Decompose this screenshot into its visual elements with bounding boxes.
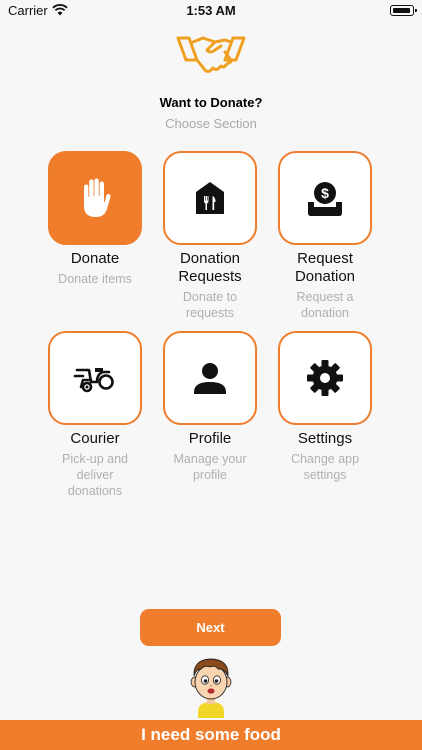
donate-label: Donate [70, 250, 120, 267]
settings-label: Settings [297, 430, 353, 447]
food-bank-icon [196, 182, 224, 214]
courier-label: Courier [70, 430, 120, 447]
profile-tile[interactable] [163, 331, 257, 425]
donation-requests-label: Donation Requests [178, 250, 242, 285]
courier-desc: Pick-up and deliver donations [61, 452, 128, 498]
battery-icon [390, 5, 417, 16]
donation-requests-tile[interactable] [163, 151, 257, 245]
page-title: Want to Donate? [159, 95, 263, 110]
request-donation-desc: Request a donation [296, 290, 354, 320]
profile-label: Profile [188, 430, 232, 447]
donation-requests-desc: Donate to requests [182, 290, 238, 320]
money-donation-icon: $ [308, 182, 342, 216]
page-subtitle: Choose Section [165, 116, 257, 131]
settings-tile[interactable] [278, 331, 372, 425]
handshake-icon [176, 36, 246, 73]
status-bar: Carrier 1:53 AM [0, 0, 422, 22]
boy-mascot-icon [190, 658, 232, 718]
courier-tile[interactable] [48, 331, 142, 425]
donate-tile[interactable] [48, 151, 142, 245]
delivery-scooter-icon [73, 368, 114, 393]
donate-desc: Donate items [58, 272, 132, 286]
settings-desc: Change app settings [290, 452, 360, 482]
gear-icon [307, 360, 343, 396]
person-icon [194, 363, 226, 394]
hand-icon [84, 178, 111, 217]
profile-desc: Manage your profile [173, 452, 247, 482]
clock: 1:53 AM [186, 3, 236, 18]
request-donation-label: Request Donation [294, 250, 356, 285]
request-donation-tile[interactable]: $ [278, 151, 372, 245]
svg-text:$: $ [321, 185, 329, 201]
bottom-banner: I need some food [0, 720, 422, 750]
next-button[interactable]: Next [140, 609, 281, 646]
